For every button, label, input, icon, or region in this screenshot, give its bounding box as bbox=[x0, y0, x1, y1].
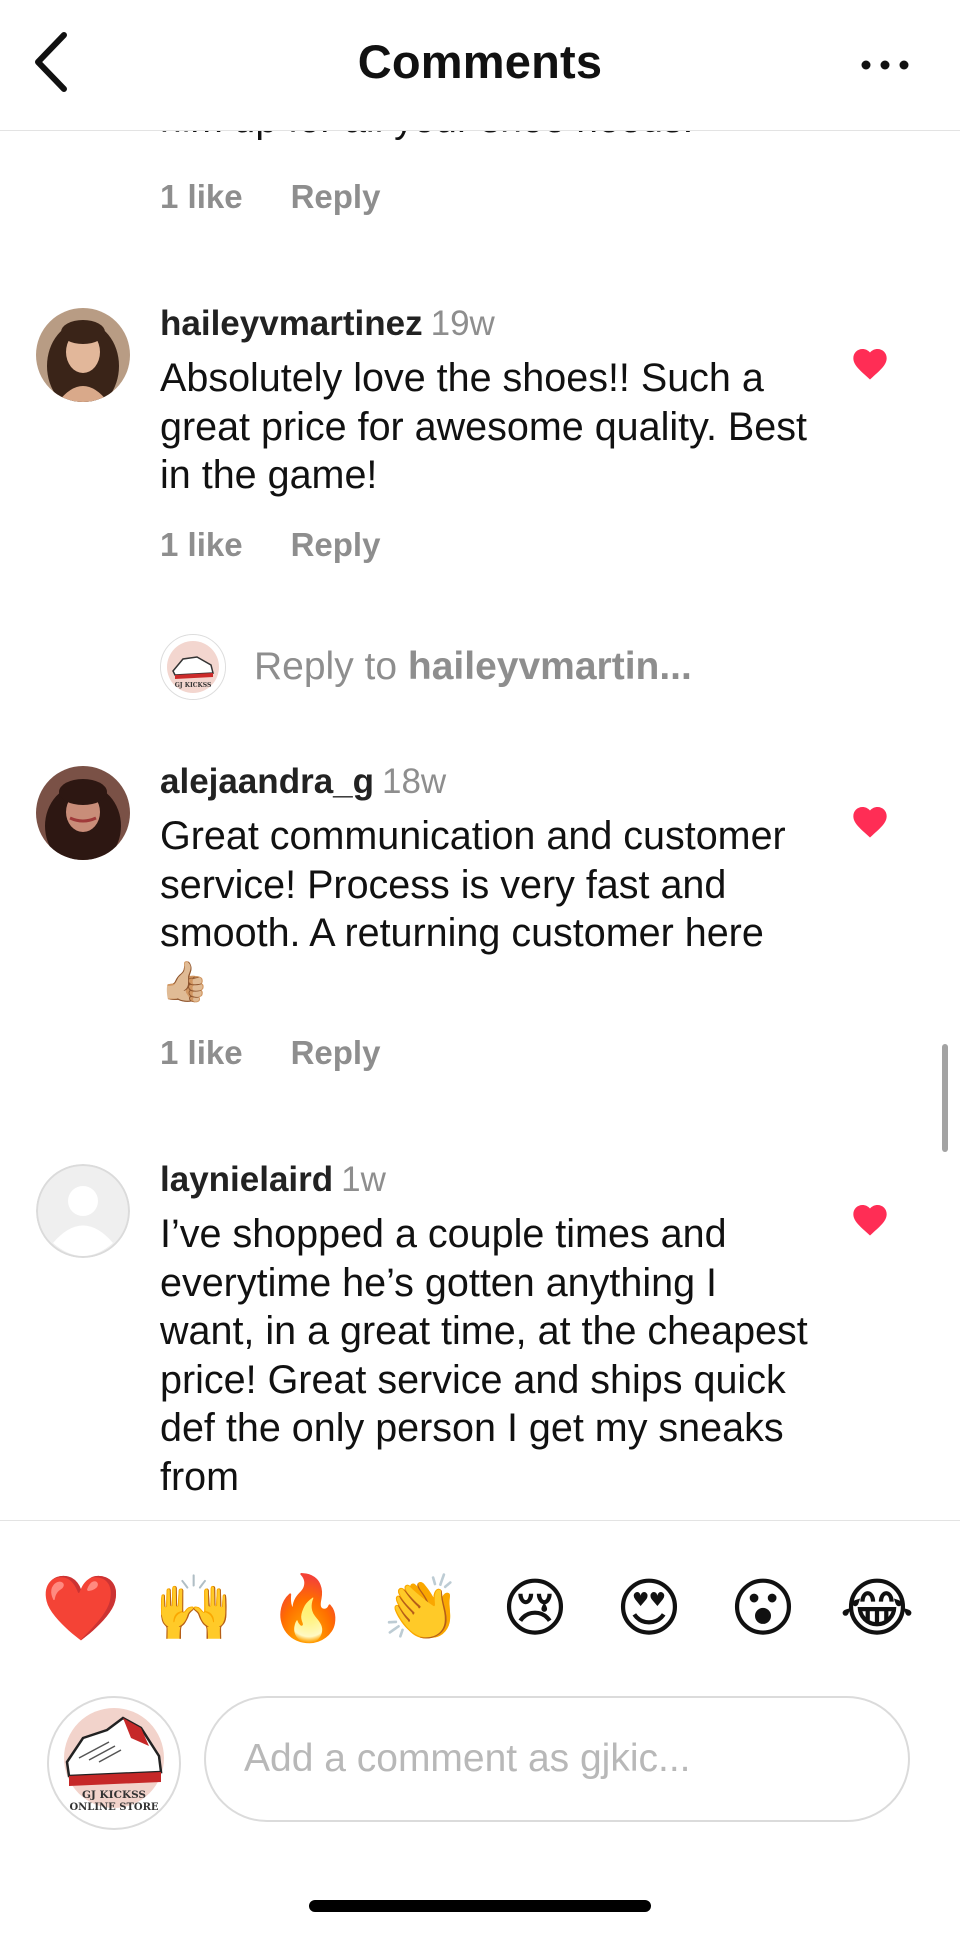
svg-text:GJ KICKSS: GJ KICKSS bbox=[82, 1789, 146, 1801]
more-horizontal-icon bbox=[861, 60, 909, 70]
reply-button[interactable]: Reply bbox=[291, 526, 381, 563]
reply-prompt-username: haileyvmartin... bbox=[407, 645, 692, 688]
heart-icon[interactable] bbox=[850, 802, 890, 842]
comments-feed[interactable]: him up for all your shoe needs. 1 likeRe… bbox=[0, 0, 960, 1520]
comment-time: 19w bbox=[430, 304, 495, 343]
emoji-reaction-bar: ❤️ 🙌 🔥 👏 😢 😍 😮 😂 bbox=[0, 1520, 960, 1697]
comment-text: Absolutely love the shoes!! Such a great… bbox=[160, 356, 807, 497]
reply-button[interactable]: Reply bbox=[291, 178, 381, 215]
page-title: Comments bbox=[357, 35, 603, 88]
reply-prompt[interactable]: GJ KICKSS Reply to haileyvmartin... bbox=[160, 634, 692, 700]
emoji-crying[interactable]: 😢 bbox=[496, 1569, 574, 1647]
comment-time: 1w bbox=[341, 1160, 386, 1199]
scrollbar[interactable] bbox=[942, 1044, 948, 1152]
comment-input[interactable] bbox=[204, 1696, 910, 1822]
comment-username[interactable]: haileyvmartinez bbox=[160, 304, 423, 343]
comment-meta: laynielaird 1w bbox=[160, 1160, 386, 1200]
comment-username[interactable]: laynielaird bbox=[160, 1160, 333, 1199]
heart-icon[interactable] bbox=[850, 1200, 890, 1240]
emoji-clapping[interactable]: 👏 bbox=[382, 1569, 462, 1647]
comment-actions: 1 like Reply bbox=[160, 178, 380, 216]
avatar-placeholder[interactable] bbox=[36, 1164, 130, 1258]
avatar[interactable] bbox=[36, 766, 130, 860]
comment-text: I’ve shopped a couple times and everytim… bbox=[160, 1212, 808, 1499]
like-count[interactable]: 1 like bbox=[160, 1034, 243, 1071]
reply-button[interactable]: Reply bbox=[291, 1034, 381, 1071]
like-count[interactable]: 1 like bbox=[160, 526, 243, 563]
comment-actions: 1 like Reply bbox=[160, 526, 380, 564]
comment-meta: haileyvmartinez 19w bbox=[160, 304, 495, 344]
emoji-fire[interactable]: 🔥 bbox=[268, 1569, 348, 1647]
like-count[interactable]: 1 like bbox=[160, 178, 243, 215]
reply-prompt-text: Reply to haileyvmartin... bbox=[254, 645, 692, 688]
emoji-heart-eyes[interactable]: 😍 bbox=[610, 1569, 688, 1647]
svg-text:ONLINE STORE: ONLINE STORE bbox=[69, 1802, 158, 1813]
emoji-raised-hands[interactable]: 🙌 bbox=[154, 1569, 234, 1647]
emoji-laughing[interactable]: 😂 bbox=[838, 1569, 916, 1647]
svg-text:GJ KICKSS: GJ KICKSS bbox=[175, 682, 212, 689]
comment-composer: GJ KICKSS ONLINE STORE bbox=[0, 1696, 960, 1934]
avatar[interactable] bbox=[36, 308, 130, 402]
comments-screen: him up for all your shoe needs. 1 likeRe… bbox=[0, 0, 960, 1934]
home-indicator[interactable] bbox=[309, 1900, 651, 1912]
comment-actions: 1 like Reply bbox=[160, 1034, 380, 1072]
more-button[interactable] bbox=[850, 40, 920, 90]
header: Comments bbox=[0, 0, 960, 131]
current-user-avatar[interactable]: GJ KICKSS ONLINE STORE bbox=[47, 1696, 181, 1830]
emoji-surprised[interactable]: 😮 bbox=[724, 1569, 802, 1647]
comment-username[interactable]: alejaandra_g bbox=[160, 762, 374, 801]
emoji-heart[interactable]: ❤️ bbox=[41, 1569, 121, 1647]
heart-icon[interactable] bbox=[850, 344, 890, 384]
comment-text: Great communication and customer service… bbox=[160, 814, 786, 1004]
store-logo: GJ KICKSS bbox=[160, 634, 226, 700]
comment-time: 18w bbox=[382, 762, 447, 801]
comment-meta: alejaandra_g 18w bbox=[160, 762, 446, 802]
